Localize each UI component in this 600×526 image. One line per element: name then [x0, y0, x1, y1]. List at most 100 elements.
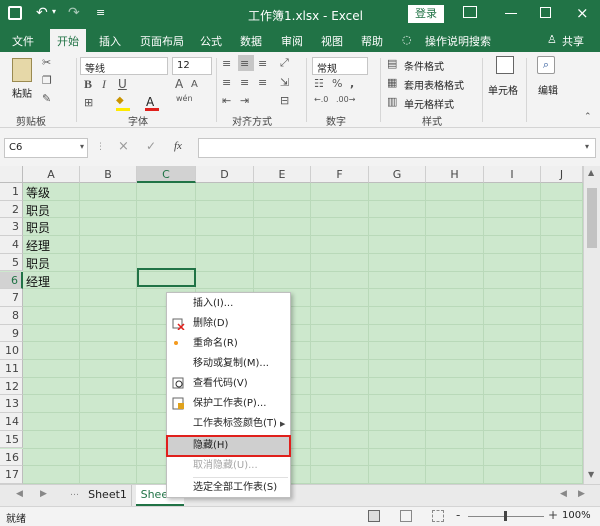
page-break-view-icon[interactable]	[432, 510, 444, 522]
copy-icon[interactable]: ❐	[42, 74, 52, 87]
maximize-icon[interactable]	[540, 7, 551, 18]
column-header[interactable]: A	[23, 166, 80, 183]
column-header[interactable]: H	[426, 166, 484, 183]
row-header[interactable]: 14	[0, 413, 23, 431]
zoom-slider-thumb[interactable]	[504, 511, 507, 521]
increase-decimal-icon[interactable]: ←.0	[314, 95, 328, 104]
cell-a1[interactable]: 等级	[26, 184, 50, 201]
phonetic-icon[interactable]: wén	[176, 94, 193, 103]
select-all-corner[interactable]	[0, 166, 23, 183]
align-bottom-icon[interactable]: ≡	[258, 57, 267, 70]
name-box-dropdown-icon[interactable]: ▾	[80, 142, 84, 151]
zoom-level[interactable]: 100%	[562, 510, 591, 521]
paste-icon[interactable]	[12, 58, 32, 82]
sheet-tab-sheet1[interactable]: Sheet1	[84, 485, 132, 506]
row-header[interactable]: 4	[0, 236, 23, 254]
menu-item-protect-sheet[interactable]: 保护工作表(P)...	[167, 394, 290, 414]
wrap-text-icon[interactable]: ⇲	[280, 76, 289, 89]
undo-dropdown-icon[interactable]: ▾	[52, 7, 56, 16]
italic-icon[interactable]: I	[102, 77, 106, 92]
align-top-icon[interactable]: ≡	[222, 57, 231, 70]
normal-view-icon[interactable]	[368, 510, 380, 522]
font-color-icon[interactable]: A	[146, 95, 154, 109]
login-button[interactable]: 登录	[408, 5, 444, 23]
row-header[interactable]: 2	[0, 200, 23, 219]
border-icon[interactable]: ⊞	[84, 96, 93, 109]
tell-me-search[interactable]: 操作说明搜索	[425, 33, 491, 49]
save-icon[interactable]	[8, 6, 22, 20]
zoom-in-button[interactable]: +	[548, 508, 558, 522]
align-middle-icon[interactable]: ≡	[240, 57, 249, 70]
column-header[interactable]: J	[541, 166, 583, 183]
align-center-icon[interactable]: ≡	[240, 76, 249, 89]
row-header[interactable]: 16	[0, 448, 23, 467]
conditional-format-button[interactable]: 条件格式	[404, 58, 444, 73]
menu-item-hide[interactable]: 隐藏(H)	[166, 435, 291, 457]
cell-a3[interactable]: 职员	[26, 219, 50, 236]
collapse-ribbon-icon[interactable]: ⌃	[584, 112, 592, 122]
font-size-select[interactable]: 12	[172, 57, 212, 75]
scroll-down-icon[interactable]: ▼	[588, 470, 594, 479]
row-header[interactable]: 15	[0, 430, 23, 449]
column-header[interactable]: D	[196, 166, 254, 183]
format-as-table-button[interactable]: 套用表格格式	[404, 77, 464, 92]
decrease-decimal-icon[interactable]: .00→	[336, 95, 355, 104]
tab-insert[interactable]: 插入	[99, 33, 121, 49]
zoom-out-button[interactable]: -	[456, 508, 460, 522]
shrink-font-icon[interactable]: A	[191, 79, 198, 90]
column-header[interactable]: I	[484, 166, 541, 183]
menu-item-delete[interactable]: 删除(D)	[167, 314, 290, 334]
currency-icon[interactable]: ☷	[314, 77, 324, 90]
cells-icon[interactable]	[496, 56, 514, 74]
formula-input[interactable]	[198, 138, 596, 158]
worksheet-grid[interactable]: ABCDEFGHIJ 123456789101112131415161718 等…	[0, 166, 583, 484]
format-painter-icon[interactable]: ✎	[42, 92, 51, 105]
cell-styles-icon[interactable]: ▥	[387, 95, 397, 108]
cut-icon[interactable]: ✂	[42, 56, 51, 69]
vertical-scrollbar[interactable]: ▲ ▼	[583, 166, 600, 484]
column-header[interactable]: B	[80, 166, 137, 183]
format-as-table-icon[interactable]: ▦	[387, 76, 397, 89]
scroll-up-icon[interactable]: ▲	[588, 168, 594, 177]
tab-formulas[interactable]: 公式	[200, 33, 222, 49]
tab-page-layout[interactable]: 页面布局	[140, 33, 184, 49]
cell-styles-button[interactable]: 单元格样式	[404, 96, 454, 111]
scroll-thumb[interactable]	[587, 188, 597, 248]
align-right-icon[interactable]: ≡	[258, 76, 267, 89]
customize-qat-icon[interactable]: ≡	[96, 6, 105, 19]
tab-data[interactable]: 数据	[240, 33, 262, 49]
row-header[interactable]: 11	[0, 360, 23, 378]
paste-button[interactable]: 粘贴	[12, 85, 32, 100]
tab-view[interactable]: 视图	[321, 33, 343, 49]
row-header[interactable]: 6	[0, 271, 23, 290]
grow-font-icon[interactable]: A	[175, 77, 183, 91]
minimize-icon[interactable]	[505, 13, 517, 14]
cell-a4[interactable]: 经理	[26, 237, 50, 254]
conditional-format-icon[interactable]: ▤	[387, 57, 397, 70]
font-name-select[interactable]: 等线	[80, 57, 168, 75]
menu-item-tab-color[interactable]: 工作表标签颜色(T) ▶	[167, 414, 290, 434]
hscroll-right-icon[interactable]: ▶	[578, 489, 585, 499]
hscroll-left-icon[interactable]: ◀	[560, 489, 567, 499]
menu-item-select-all-sheets[interactable]: 选定全部工作表(S)	[167, 478, 290, 498]
row-header[interactable]: 8	[0, 306, 23, 325]
comma-icon[interactable]: ,	[350, 77, 354, 90]
increase-indent-icon[interactable]: ⇥	[240, 94, 249, 107]
row-header[interactable]: 7	[0, 289, 23, 307]
row-header[interactable]: 3	[0, 218, 23, 237]
row-header[interactable]: 12	[0, 377, 23, 396]
align-left-icon[interactable]: ≡	[222, 76, 231, 89]
tab-review[interactable]: 审阅	[281, 33, 303, 49]
cell-a2[interactable]: 职员	[26, 202, 50, 219]
menu-item-rename[interactable]: 重命名(R)	[167, 334, 290, 354]
menu-item-move-copy[interactable]: 移动或复制(M)...	[167, 354, 290, 374]
row-header[interactable]: 10	[0, 342, 23, 360]
column-header[interactable]: C	[137, 166, 196, 183]
page-layout-view-icon[interactable]	[400, 510, 412, 522]
menu-item-insert[interactable]: 插入(I)...	[167, 294, 290, 314]
tab-help[interactable]: 帮助	[361, 33, 383, 49]
cancel-entry-icon[interactable]: ×	[118, 139, 129, 154]
share-icon[interactable]: ♙	[547, 33, 557, 46]
tab-home[interactable]: 开始	[50, 29, 86, 52]
cells-button[interactable]: 单元格	[488, 82, 518, 97]
